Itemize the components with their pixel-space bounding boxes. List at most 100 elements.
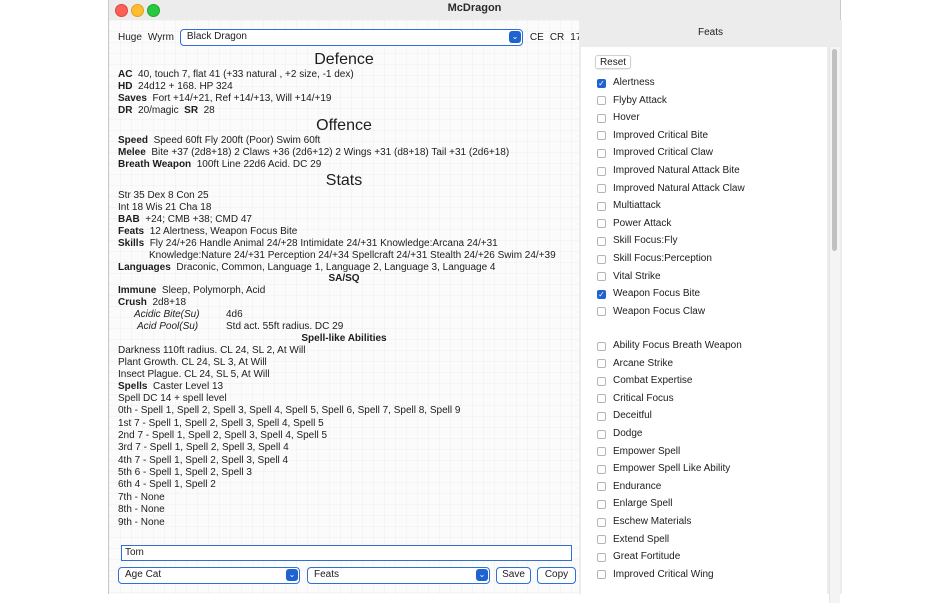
checkbox-unchecked-icon[interactable]	[597, 570, 606, 580]
age-category-select[interactable]: Age Cat ⌄	[118, 567, 300, 584]
feat-checkbox-row[interactable]: Skill Focus:Perception	[597, 252, 712, 266]
feat-checkbox-row[interactable]: Improved Critical Claw	[597, 146, 713, 160]
feat-label: Improved Critical Claw	[613, 147, 714, 159]
feat-checkbox-row[interactable]: Critical Focus	[597, 392, 674, 406]
cr-label: CR	[549, 31, 565, 43]
feat-label: Improved Critical Wing	[613, 568, 714, 580]
feat-checkbox-row[interactable]: Weapon Focus Claw	[597, 305, 705, 319]
checkbox-unchecked-icon[interactable]	[597, 219, 606, 229]
name-input[interactable]: Tom	[121, 545, 572, 561]
checkbox-unchecked-icon[interactable]	[597, 411, 606, 421]
feat-label: Eschew Materials	[613, 516, 692, 527]
scrollbar-thumb[interactable]	[832, 49, 837, 251]
feat-checkbox-row[interactable]: ✓ Alertness	[597, 76, 655, 90]
checkbox-checked-icon[interactable]: ✓	[597, 289, 606, 299]
spell-level-row: 2nd 7 - Spell 1, Spell 2, Spell 3, Spell…	[118, 430, 328, 441]
feat-label: Empower Spell	[613, 445, 681, 457]
feat-checkbox-row[interactable]: Arcane Strike	[597, 357, 673, 371]
save-button[interactable]: Save	[496, 567, 531, 584]
spell-level-row: 4th 7 - Spell 1, Spell 2, Spell 3, Spell…	[118, 455, 289, 466]
checkbox-unchecked-icon[interactable]	[597, 464, 606, 474]
spell-like-item: Plant Growth. CL 24, SL 3, At Will	[118, 357, 267, 368]
feat-checkbox-row[interactable]: ✓ Weapon Focus Bite	[597, 287, 700, 301]
copy-button[interactable]: Copy	[537, 567, 576, 584]
creature-select[interactable]: Black Dragon ⌄	[179, 28, 523, 46]
checkbox-unchecked-icon[interactable]	[597, 307, 606, 317]
feat-label: Hover	[613, 112, 640, 124]
stats-heading: Stats	[325, 172, 363, 189]
feat-checkbox-row[interactable]: Deceitful	[597, 409, 652, 423]
feat-checkbox-row[interactable]: Ability Focus Breath Weapon	[597, 339, 742, 353]
chevron-down-icon: ⌄	[476, 569, 488, 581]
view-select[interactable]: Feats ⌄	[307, 567, 490, 584]
spell-dc-line: Spell DC 14 + spell level	[118, 393, 227, 404]
crush-line: Crush 2d8+18	[118, 297, 187, 308]
spells-line: Spells Caster Level 13	[118, 381, 224, 392]
spell-level-row: 8th - None	[118, 504, 165, 515]
checkbox-unchecked-icon[interactable]	[597, 482, 606, 492]
checkbox-unchecked-icon[interactable]	[597, 272, 606, 282]
checkbox-unchecked-icon[interactable]	[597, 552, 606, 562]
checkbox-unchecked-icon[interactable]	[597, 341, 606, 351]
feat-label: Alertness	[613, 77, 655, 88]
feats-scrollbar[interactable]	[829, 47, 840, 603]
dr-line: DR 20/magic SR 28	[118, 105, 215, 116]
feat-checkbox-row[interactable]: Dodge	[597, 427, 642, 441]
feat-checkbox-row[interactable]: Improved Critical Bite	[597, 129, 708, 143]
spell-like-heading: Spell-like Abilities	[301, 333, 387, 344]
feat-checkbox-row[interactable]: Improved Natural Attack Bite	[597, 164, 740, 178]
checkbox-unchecked-icon[interactable]	[597, 376, 606, 386]
feat-checkbox-row[interactable]: Great Fortitude	[597, 550, 680, 564]
checkbox-unchecked-icon[interactable]	[597, 96, 606, 106]
checkbox-unchecked-icon[interactable]	[597, 131, 606, 141]
acidic-bite-value: 4d6	[226, 309, 243, 320]
checkbox-unchecked-icon[interactable]	[597, 148, 606, 158]
feat-checkbox-row[interactable]: Eschew Materials	[597, 515, 691, 529]
feat-checkbox-row[interactable]: Vital Strike	[597, 270, 661, 284]
feat-label: Flyby Attack	[613, 94, 667, 106]
feat-checkbox-row[interactable]: Empower Spell Like Ability	[597, 462, 730, 476]
feat-checkbox-row[interactable]: Improved Critical Wing	[597, 568, 714, 582]
feat-label: Improved Critical Bite	[613, 129, 709, 141]
saves-line: Saves Fort +14/+21, Ref +14/+13, Will +1…	[118, 93, 332, 104]
checkbox-unchecked-icon[interactable]	[597, 113, 606, 123]
feat-checkbox-row[interactable]: Improved Natural Attack Claw	[597, 182, 745, 196]
checkbox-unchecked-icon[interactable]	[597, 499, 606, 509]
checkbox-unchecked-icon[interactable]	[597, 166, 606, 176]
feat-checkbox-row[interactable]: Empower Spell	[597, 445, 680, 459]
checkbox-unchecked-icon[interactable]	[597, 394, 606, 404]
feat-checkbox-row[interactable]: Enlarge Spell	[597, 497, 672, 511]
acid-pool-label: Acid Pool(Su)	[137, 321, 199, 332]
feat-checkbox-row[interactable]: Multiattack	[597, 199, 661, 213]
feat-label: Weapon Focus Bite	[613, 288, 701, 300]
spell-level-row: 5th 6 - Spell 1, Spell 2, Spell 3	[118, 467, 252, 478]
feat-checkbox-row[interactable]: Endurance	[597, 480, 661, 494]
checkbox-unchecked-icon[interactable]	[597, 236, 606, 246]
checkbox-unchecked-icon[interactable]	[597, 184, 606, 194]
feat-checkbox-row[interactable]: Power Attack	[597, 217, 671, 231]
checkbox-unchecked-icon[interactable]	[597, 429, 606, 439]
spell-level-row: 0th - Spell 1, Spell 2, Spell 3, Spell 4…	[118, 405, 461, 416]
checkbox-unchecked-icon[interactable]	[597, 254, 606, 264]
reset-button[interactable]: Reset	[595, 55, 631, 69]
feat-checkbox-row[interactable]: Skill Focus:Fly	[597, 234, 677, 248]
feat-label: Weapon Focus Claw	[613, 305, 706, 317]
checkbox-checked-icon[interactable]: ✓	[597, 78, 606, 88]
checkbox-unchecked-icon[interactable]	[597, 447, 606, 457]
feat-checkbox-row[interactable]: Extend Spell	[597, 533, 669, 547]
spell-like-item: Insect Plague. CL 24, SL 5, At Will	[118, 369, 270, 380]
checkbox-unchecked-icon[interactable]	[597, 535, 606, 545]
spell-level-row: 3rd 7 - Spell 1, Spell 2, Spell 3, Spell…	[118, 442, 289, 453]
age-label: Wyrm	[147, 31, 174, 43]
feat-checkbox-row[interactable]: Combat Expertise	[597, 374, 692, 388]
checkbox-unchecked-icon[interactable]	[597, 359, 606, 369]
creature-header: Huge Wyrm Black Dragon ⌄ CE CR 17	[118, 27, 587, 47]
feat-checkbox-row[interactable]: Flyby Attack	[597, 94, 667, 108]
checkbox-unchecked-icon[interactable]	[597, 517, 606, 527]
acid-pool-value: Std act. 55ft radius. DC 29	[226, 321, 344, 332]
feat-checkbox-row[interactable]: Hover	[597, 111, 640, 125]
feat-label: Skill Focus:Fly	[613, 235, 678, 247]
feat-label: Ability Focus Breath Weapon	[613, 340, 742, 351]
view-select-value: Feats	[314, 569, 340, 580]
checkbox-unchecked-icon[interactable]	[597, 201, 606, 211]
